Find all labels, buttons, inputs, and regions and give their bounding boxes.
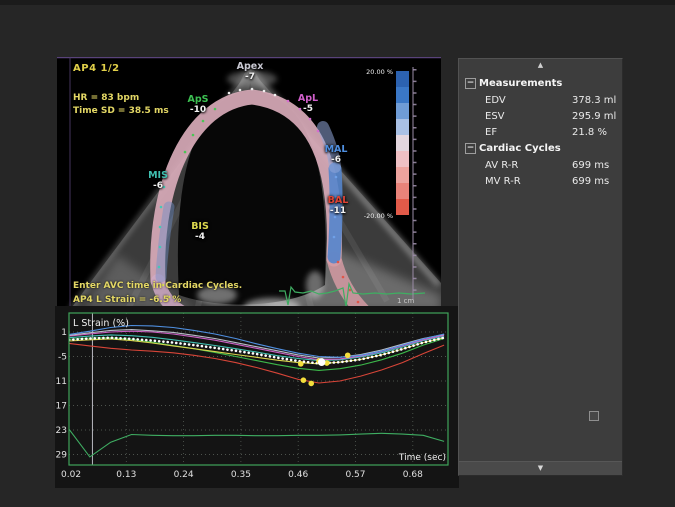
scroll-down-icon: ▼ — [538, 465, 543, 472]
section-title: Measurements — [479, 78, 562, 89]
svg-text:0.02: 0.02 — [61, 470, 81, 480]
segment-name: BIS — [191, 221, 209, 232]
chart-curves — [69, 326, 444, 457]
segment-strain-value: -6 — [135, 181, 181, 192]
scroll-down-button[interactable]: ▼ — [459, 461, 622, 475]
svg-text:0.35: 0.35 — [231, 470, 251, 480]
svg-text:0.13: 0.13 — [116, 470, 136, 480]
colorbar-max-label: 20.00 % — [366, 68, 393, 76]
segment-label-apl: ApL-5 — [285, 93, 331, 115]
avc-prompt-message: Enter AVC time in Cardiac Cycles. — [73, 281, 242, 291]
section-title: Cardiac Cycles — [479, 143, 561, 154]
time-sd-label: Time SD = 38.5 ms — [73, 106, 169, 116]
segment-name: ApS — [188, 94, 209, 105]
segment-name: ApL — [298, 93, 318, 104]
segment-label-mal: MAL-6 — [313, 144, 359, 166]
scale-label: 1 cm — [397, 297, 415, 305]
segment-name: Apex — [237, 61, 264, 72]
measurement-row[interactable]: AV R-R 699 ms — [465, 157, 622, 173]
measurement-value: 699 ms — [572, 176, 609, 187]
svg-text:0.57: 0.57 — [345, 470, 365, 480]
strain-chart-panel[interactable]: 1 -5 -11 -17 -23 -29 0.02 0.13 0.24 0.35 0.46 0.57 0… — [55, 306, 459, 488]
segment-strain-value: -7 — [227, 72, 273, 83]
segment-label-mis: MIS-6 — [135, 170, 181, 192]
curve-ecg — [69, 429, 444, 457]
segment-strain-value: -4 — [177, 232, 223, 243]
segment-name: MAL — [325, 144, 348, 155]
section-header[interactable]: −Measurements — [465, 75, 622, 92]
top-strip — [0, 0, 675, 5]
measurement-row[interactable]: EF 21.8 % — [465, 124, 622, 140]
svg-text:0.46: 0.46 — [288, 470, 308, 480]
colorbar-min-label: -20.00 % — [364, 212, 393, 220]
collapse-icon[interactable]: − — [465, 143, 476, 154]
svg-text:1: 1 — [61, 328, 67, 338]
scroll-up-icon: ▲ — [538, 62, 543, 69]
panel-handle-icon[interactable] — [589, 411, 599, 421]
strain-chart[interactable]: 1 -5 -11 -17 -23 -29 0.02 0.13 0.24 0.35 0.46 0.57 0… — [55, 306, 459, 488]
segment-strain-value: -5 — [285, 104, 331, 115]
global-strain-result: AP4 L Strain = -6.5 % — [73, 295, 181, 305]
measurements-panel: ▲ −MeasurementsEDV378.3 mlESV295.9 mlEF2… — [458, 58, 623, 476]
section-header[interactable]: −Cardiac Cycles — [465, 140, 622, 157]
measurement-row[interactable]: ESV 295.9 ml — [465, 108, 622, 124]
segment-strain-value: -10 — [175, 105, 221, 116]
measurement-value: 295.9 ml — [572, 111, 616, 122]
measurement-value: 378.3 ml — [572, 95, 616, 106]
measurement-label: ESV — [485, 111, 505, 122]
heart-rate-label: HR = 83 bpm — [73, 93, 139, 103]
view-label: AP4 1/2 — [73, 63, 120, 74]
measurement-label: AV R-R — [485, 160, 518, 171]
svg-text:-17: -17 — [55, 401, 67, 411]
segment-name: BAL — [328, 195, 349, 206]
measurement-value: 699 ms — [572, 160, 609, 171]
segment-strain-value: -6 — [313, 155, 359, 166]
segment-label-bis: BIS-4 — [177, 221, 223, 243]
ultrasound-panel[interactable]: 20.00 % -20.00 % 1 cm AP4 1/2 HR = 83 bp… — [57, 57, 441, 311]
segment-label-aps: ApS-10 — [175, 94, 221, 116]
scroll-up-button[interactable]: ▲ — [459, 59, 622, 72]
svg-text:0.24: 0.24 — [174, 470, 194, 480]
svg-text:-5: -5 — [58, 352, 67, 362]
svg-text:0.68: 0.68 — [403, 470, 423, 480]
measurement-row[interactable]: EDV 378.3 ml — [465, 92, 622, 108]
segment-name: MIS — [148, 170, 168, 181]
svg-text:-29: -29 — [55, 450, 67, 460]
measurement-row[interactable]: MV R-R 699 ms — [465, 173, 622, 189]
segment-label-bal: BAL-11 — [315, 195, 361, 217]
measurement-value: 21.8 % — [572, 127, 607, 138]
strain-colorbar — [396, 71, 409, 215]
measurement-label: MV R-R — [485, 176, 521, 187]
segment-label-apex: Apex-7 — [227, 61, 273, 83]
chart-title: L Strain (%) — [73, 318, 129, 329]
measurement-label: EF — [485, 127, 497, 138]
measurements-list: −MeasurementsEDV378.3 mlESV295.9 mlEF21.… — [459, 72, 622, 189]
svg-text:-23: -23 — [55, 426, 67, 436]
svg-text:-11: -11 — [55, 377, 67, 387]
measurement-label: EDV — [485, 95, 506, 106]
collapse-icon[interactable]: − — [465, 78, 476, 89]
chart-xlabel: Time (sec) — [398, 453, 446, 463]
segment-strain-value: -11 — [315, 206, 361, 217]
